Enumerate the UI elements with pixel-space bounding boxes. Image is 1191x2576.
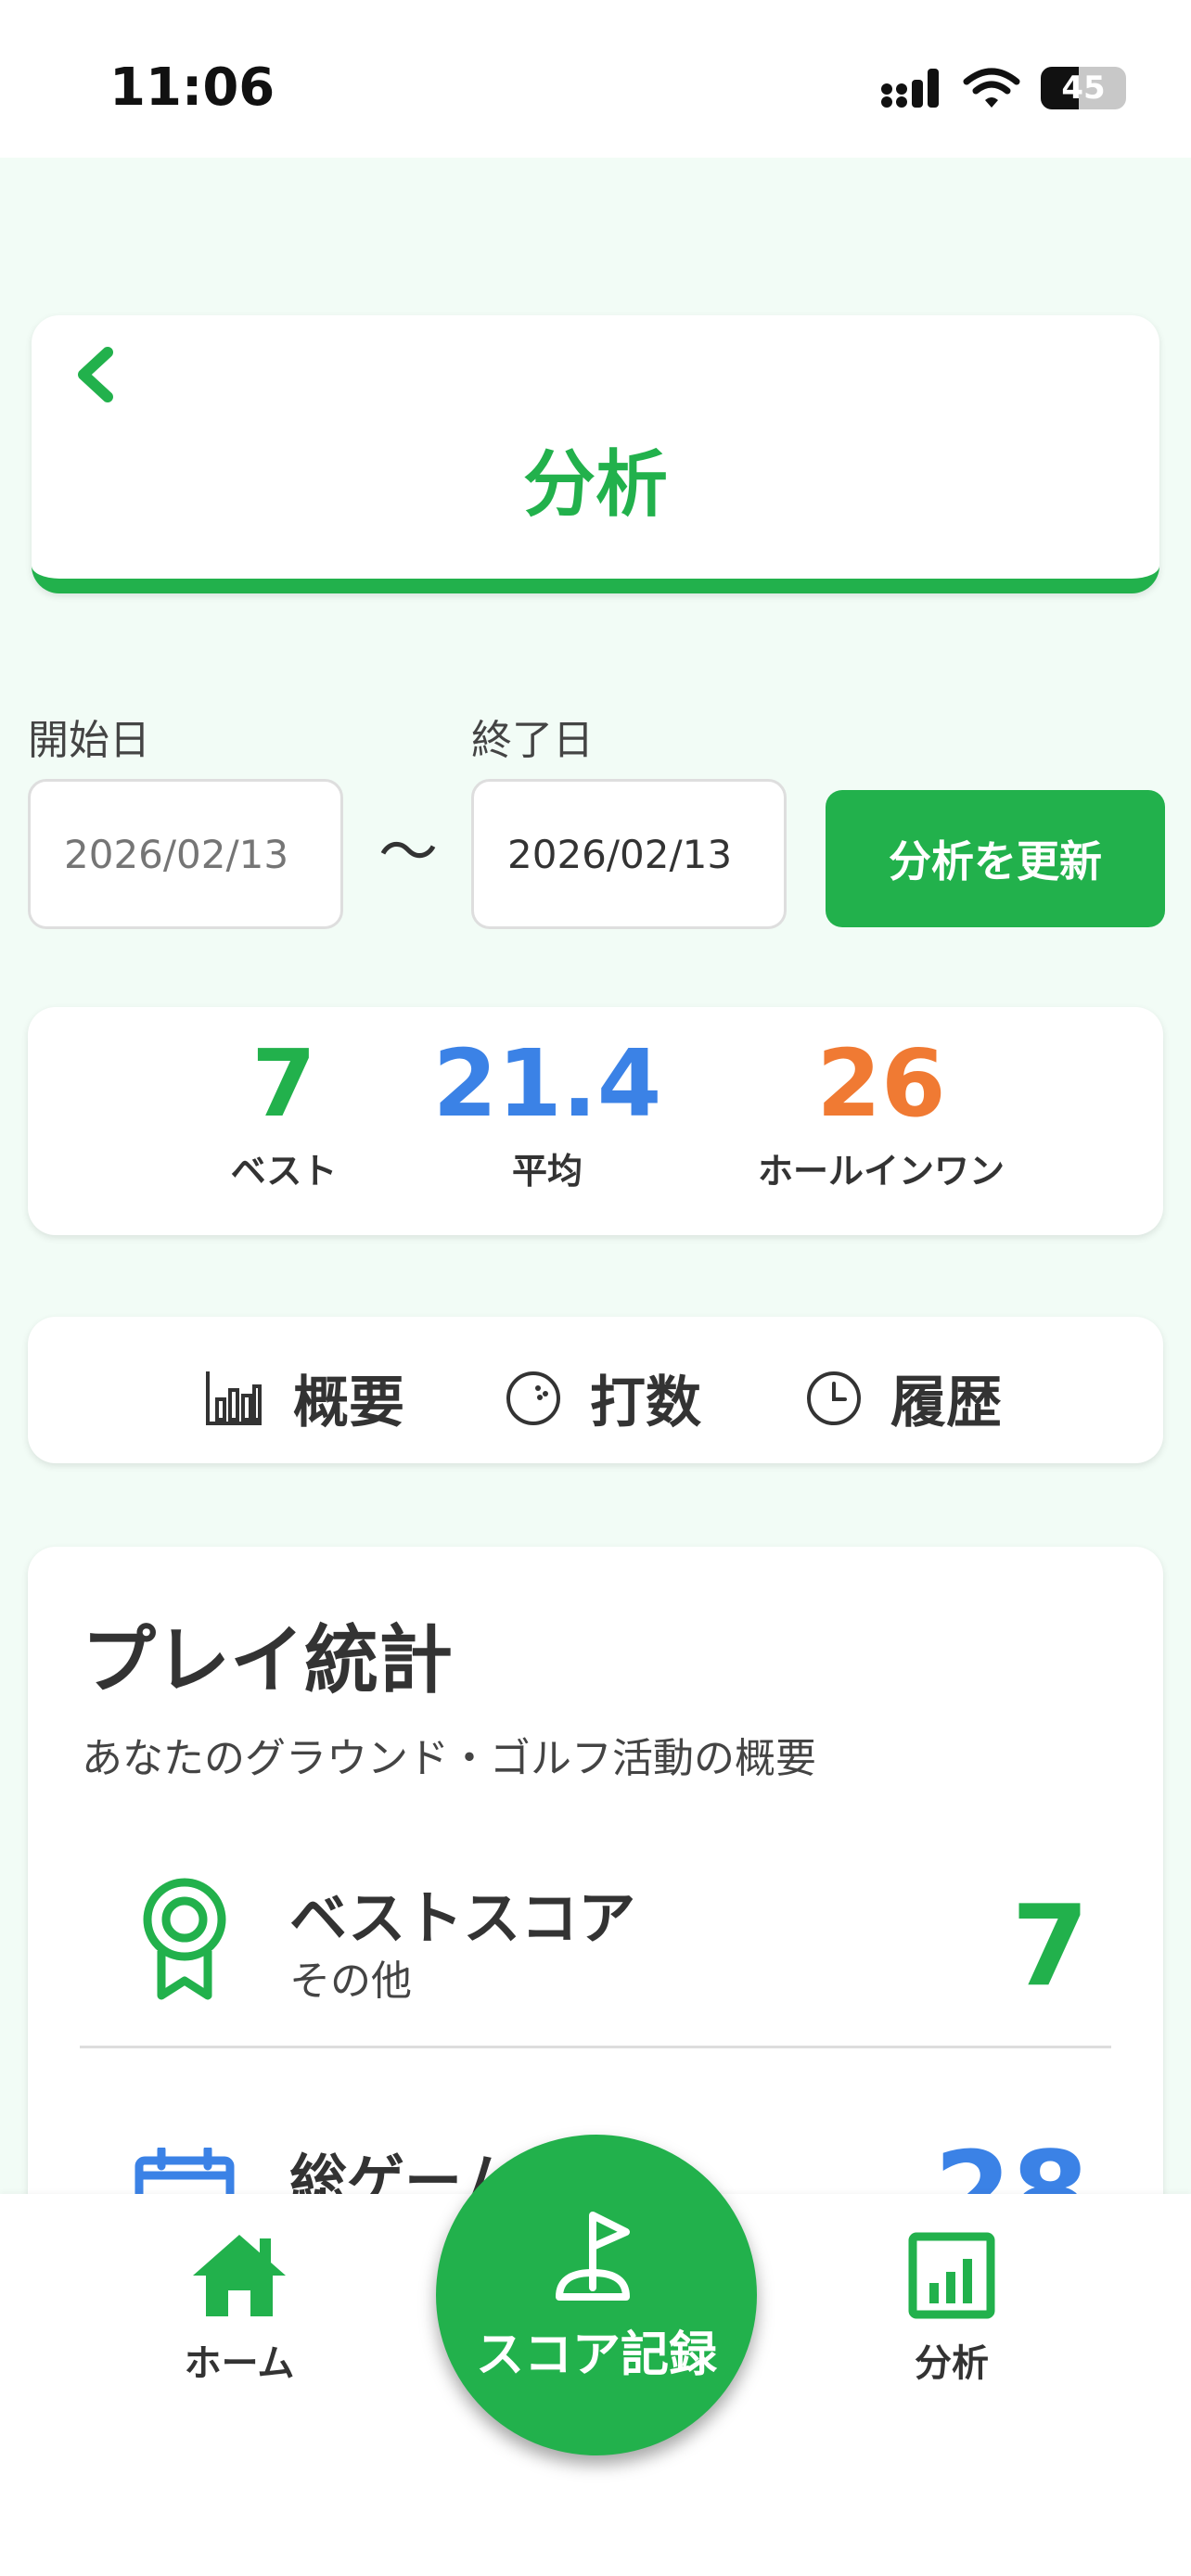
stat-average-label: 平均	[511, 1151, 583, 1192]
stat-best-label: ベスト	[230, 1151, 338, 1192]
wifi-icon	[963, 68, 1020, 108]
stat-average: 21.4 平均	[399, 1033, 696, 1193]
section-subtitle: あなたのグラウンド・ゴルフ活動の概要	[82, 1735, 816, 1782]
date-separator: 〜	[378, 819, 438, 887]
nav-home[interactable]: ホーム	[137, 2231, 341, 2387]
clock-icon	[807, 1371, 861, 1425]
stat-hole-in-one-label: ホールインワン	[757, 1151, 1005, 1192]
battery-icon: 45	[1041, 67, 1126, 109]
nav-analysis[interactable]: 分析	[850, 2231, 1054, 2387]
tabs-card: 概要 打数 履歴	[28, 1317, 1163, 1463]
tab-overview-label: 概要	[293, 1371, 404, 1435]
summary-stats-card: 7 ベスト 21.4 平均 26 ホールインワン	[28, 1007, 1163, 1235]
end-date-input[interactable]	[471, 779, 787, 929]
update-analysis-button[interactable]: 分析を更新	[826, 790, 1165, 927]
status-icons: 45	[879, 67, 1126, 109]
section-title: プレイ統計	[82, 1617, 453, 1703]
golf-flag-icon	[556, 2211, 630, 2301]
battery-text: 45	[1061, 70, 1106, 107]
start-date-label: 開始日	[28, 717, 150, 764]
stat-hole-in-one: 26 ホールインワン	[714, 1033, 1048, 1193]
best-score-sub: その他	[289, 1958, 412, 2005]
play-stats-card: プレイ統計 あなたのグラウンド・ゴルフ活動の概要 ベストスコア その他 7 総ゲ…	[28, 1547, 1163, 2258]
score-record-label: スコア記録	[475, 2327, 717, 2383]
tab-strokes[interactable]: 打数	[505, 1358, 701, 1438]
tab-strokes-label: 打数	[590, 1371, 701, 1435]
home-icon	[193, 2235, 286, 2316]
back-chevron-icon[interactable]	[63, 336, 128, 419]
tab-overview[interactable]: 概要	[204, 1358, 404, 1438]
tab-history[interactable]: 履歴	[805, 1358, 1002, 1438]
stat-best: 7 ベスト	[163, 1033, 404, 1193]
stat-hole-in-one-value: 26	[816, 1029, 946, 1138]
status-bar: 11:06 45	[0, 0, 1191, 158]
row-divider	[80, 2046, 1111, 2048]
score-record-button[interactable]: スコア記録	[436, 2135, 757, 2455]
stat-average-value: 21.4	[432, 1029, 662, 1138]
best-score-title: ベストスコア	[289, 1884, 636, 1952]
start-date-input[interactable]	[28, 779, 343, 929]
status-time: 11:06	[109, 57, 275, 118]
tab-history-label: 履歴	[890, 1371, 1002, 1435]
award-icon	[143, 1878, 226, 2000]
header-card: 分析	[32, 315, 1159, 593]
bar-chart-icon	[206, 1371, 262, 1425]
page-title: 分析	[522, 443, 668, 527]
best-score-value: 7	[1011, 1882, 1090, 2011]
nav-analysis-label: 分析	[915, 2342, 989, 2385]
signal-icon	[881, 69, 939, 108]
end-date-label: 終了日	[471, 717, 594, 764]
ball-icon	[506, 1371, 560, 1425]
analytics-icon	[908, 2232, 995, 2319]
nav-home-label: ホーム	[184, 2342, 295, 2385]
stat-best-value: 7	[251, 1029, 316, 1138]
